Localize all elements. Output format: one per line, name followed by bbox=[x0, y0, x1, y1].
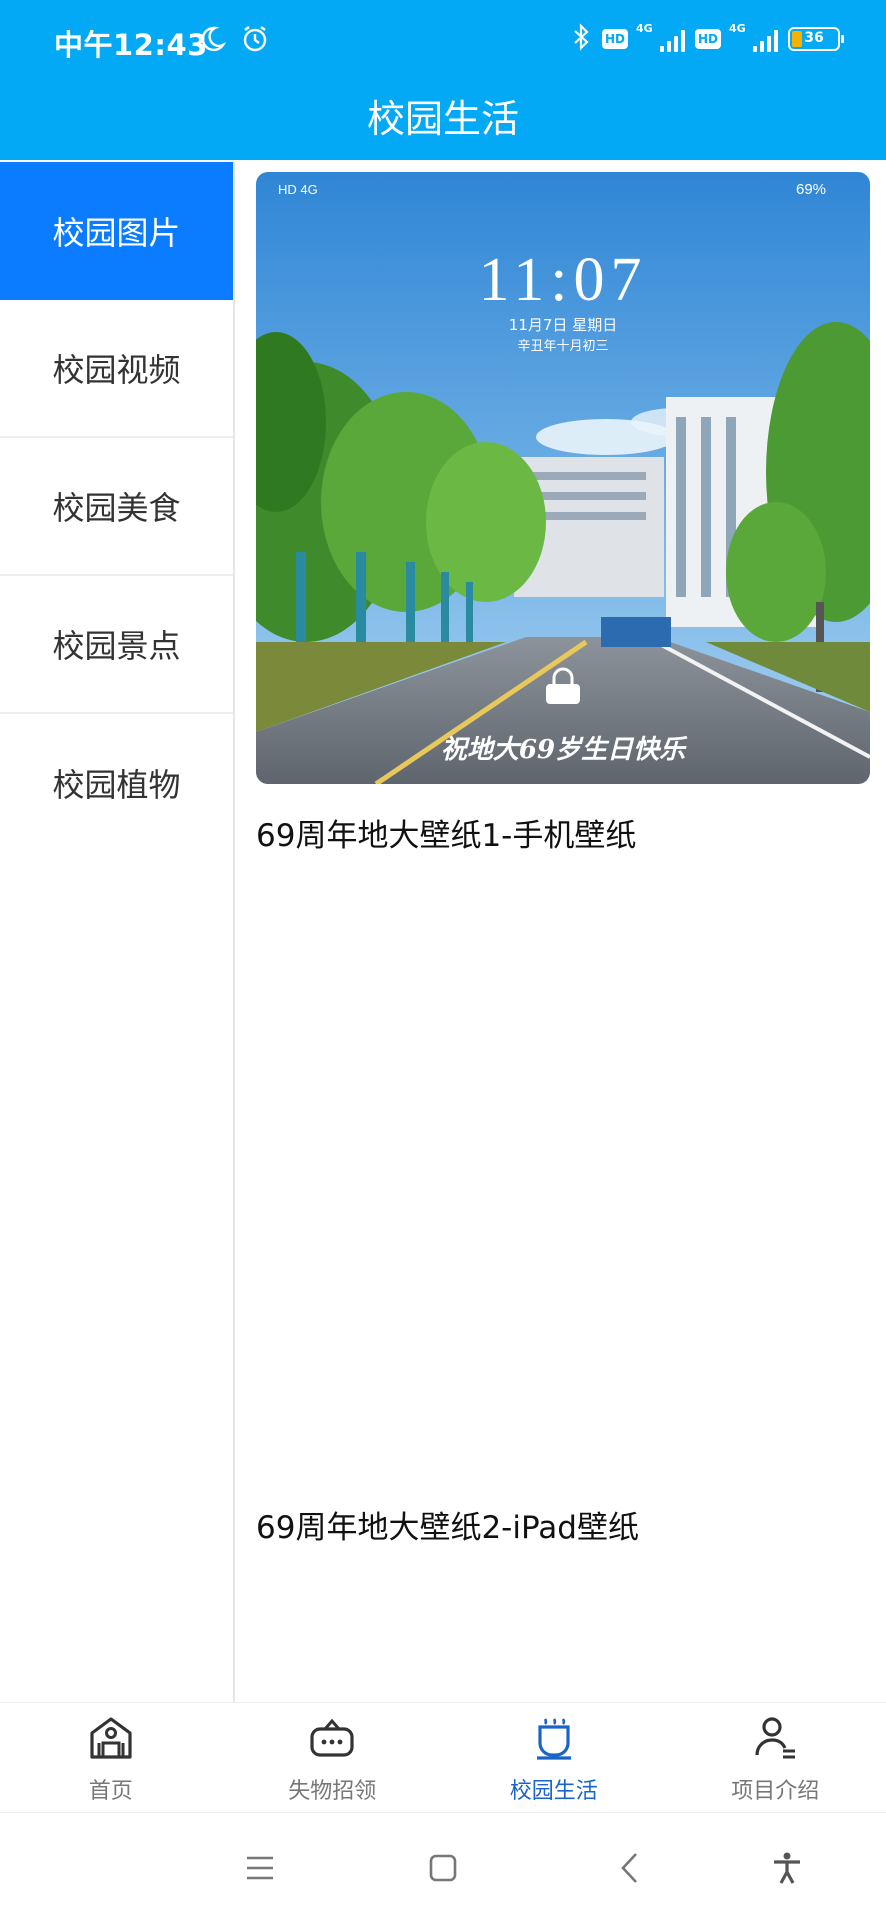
tab-label: 首页 bbox=[88, 1779, 133, 1804]
tab-project-intro[interactable]: 项目介绍 bbox=[665, 1703, 886, 1812]
sidebar-item-campus-plants[interactable]: 校园植物 bbox=[0, 714, 233, 852]
accessibility-icon[interactable] bbox=[762, 1843, 812, 1893]
status-bar: 中午12:43 HD 4G HD 4G 36 bbox=[0, 0, 886, 84]
hd-badge-1: HD bbox=[602, 29, 628, 49]
hd-badge-2: HD bbox=[695, 29, 721, 49]
wallpaper-image[interactable]: HD 4G 69% 11:07 11月7日 星期日 辛丑年十月初三 祝地大69岁… bbox=[256, 172, 870, 784]
alarm-icon bbox=[240, 24, 270, 58]
card-title[interactable]: 69周年地大壁纸2-iPad壁纸 bbox=[256, 1502, 870, 1547]
sidebar-item-campus-food[interactable]: 校园美食 bbox=[0, 438, 233, 576]
page-title: 校园生活 bbox=[366, 97, 519, 141]
status-time: 中午12:43 bbox=[54, 28, 208, 62]
svg-text:祝地大69岁生日快乐: 祝地大69岁生日快乐 bbox=[441, 735, 688, 765]
svg-text:11:07: 11:07 bbox=[479, 246, 648, 314]
lost-found-icon bbox=[310, 1718, 354, 1757]
bluetooth-icon bbox=[572, 22, 592, 56]
cup-icon bbox=[536, 1718, 571, 1760]
svg-text:HD 4G: HD 4G bbox=[278, 182, 318, 197]
category-sidebar: 校园图片 校园视频 校园美食 校园景点 校园植物 bbox=[0, 162, 235, 1702]
list-item[interactable]: HD 4G 69% 11:07 11月7日 星期日 辛丑年十月初三 祝地大69岁… bbox=[256, 172, 870, 855]
sidebar-item-campus-pictures[interactable]: 校园图片 bbox=[0, 162, 233, 300]
content-list: HD 4G 69% 11:07 11月7日 星期日 辛丑年十月初三 祝地大69岁… bbox=[237, 162, 886, 1702]
tab-label: 失物招领 bbox=[288, 1779, 377, 1804]
tab-label: 校园生活 bbox=[509, 1779, 598, 1804]
svg-text:11月7日 星期日: 11月7日 星期日 bbox=[509, 316, 617, 334]
back-icon[interactable] bbox=[605, 1843, 655, 1893]
menu-icon[interactable] bbox=[235, 1843, 285, 1893]
svg-text:辛丑年十月初三: 辛丑年十月初三 bbox=[517, 339, 608, 354]
svg-text:69%: 69% bbox=[796, 181, 826, 198]
signal-icon-1: 4G bbox=[636, 22, 685, 52]
sidebar-item-campus-videos[interactable]: 校园视频 bbox=[0, 300, 233, 438]
app-header: 中午12:43 HD 4G HD 4G 36 校园生活 bbox=[0, 0, 886, 160]
tab-campus-life[interactable]: 校园生活 bbox=[443, 1703, 665, 1812]
tab-home[interactable]: 首页 bbox=[0, 1703, 222, 1812]
list-item[interactable]: 69周年地大壁纸2-iPad壁纸 bbox=[256, 1502, 870, 1547]
moon-icon bbox=[196, 24, 227, 58]
sidebar-item-campus-sights[interactable]: 校园景点 bbox=[0, 576, 233, 714]
battery-icon: 36 bbox=[788, 27, 844, 51]
card-title[interactable]: 69周年地大壁纸1-手机壁纸 bbox=[256, 810, 870, 855]
tab-lost-found[interactable]: 失物招领 bbox=[222, 1703, 444, 1812]
home-building-icon bbox=[90, 1717, 132, 1759]
signal-icon-2: 4G bbox=[729, 22, 778, 52]
home-square-icon[interactable] bbox=[418, 1843, 468, 1893]
person-icon bbox=[755, 1717, 796, 1759]
bottom-tab-bar: 首页 失物招领 校园生活 项目介绍 bbox=[0, 1702, 886, 1812]
tab-label: 项目介绍 bbox=[731, 1779, 820, 1804]
system-navigation-bar bbox=[0, 1812, 886, 1920]
